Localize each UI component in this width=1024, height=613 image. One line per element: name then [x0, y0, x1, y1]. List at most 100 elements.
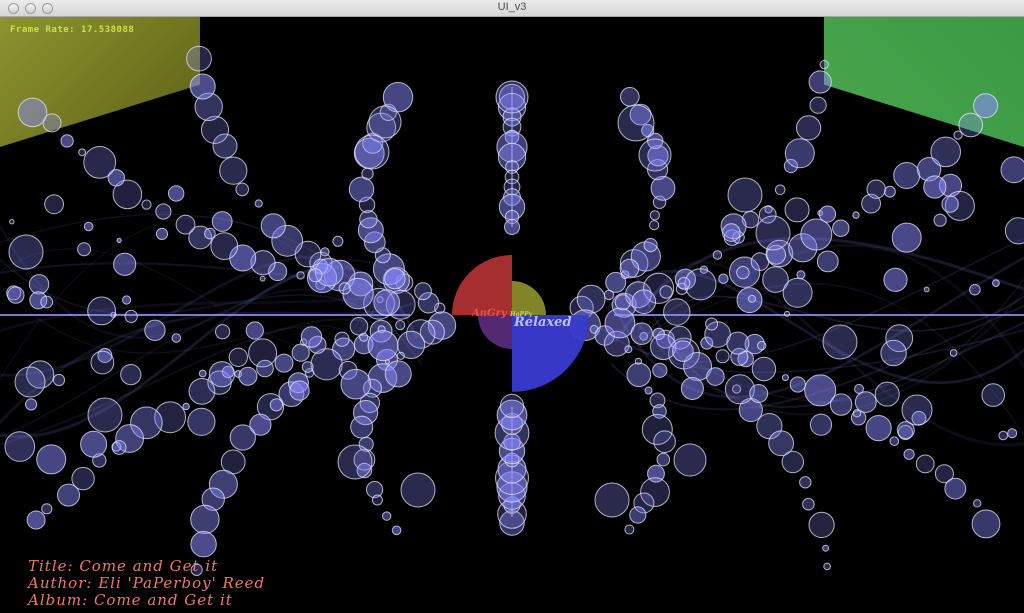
spectrum-bubble: [78, 148, 86, 157]
spectrum-bubble: [620, 87, 640, 107]
spectrum-bubble: [915, 454, 935, 474]
spectrum-bubble: [808, 70, 832, 94]
spectrum-bubble: [865, 415, 892, 442]
spectrum-bubble: [755, 215, 791, 251]
spectrum-bubble: [87, 397, 123, 433]
spectrum-bubble: [705, 317, 719, 331]
window-title: UI_v3: [497, 1, 527, 13]
spectrum-bubble: [712, 250, 723, 260]
spectrum-bubble: [649, 220, 660, 231]
spectrum-bubble: [949, 349, 958, 357]
spectrum-bubble: [332, 235, 344, 247]
spectrum-bubble: [614, 294, 631, 311]
spectrum-bubble: [361, 167, 374, 180]
spectrum-bubble: [204, 227, 216, 240]
spectrum-bubble: [629, 506, 647, 524]
spectrum-bubble: [367, 330, 399, 362]
spectrum-bubble: [208, 361, 235, 388]
mood-wheel[interactable]: AnGry HaPPy Relaxed: [452, 255, 589, 392]
spectrum-bubble: [248, 338, 278, 368]
spectrum-bubble: [1000, 156, 1024, 184]
mood-quadrant-happy[interactable]: [512, 281, 546, 315]
mood-label-angry: AnGry: [471, 308, 508, 319]
spectrum-bubble: [944, 477, 967, 500]
spectrum-bubble: [774, 184, 786, 196]
spectrum-bubble: [371, 494, 383, 506]
spectrum-bubble: [238, 366, 258, 386]
spectrum-bubble: [190, 531, 217, 558]
spectrum-bubble: [186, 45, 212, 72]
spectrum-bubble: [757, 340, 767, 351]
spectrum-bubble: [124, 309, 138, 323]
spectrum-bubble: [337, 444, 373, 480]
spectrum-bubble: [175, 214, 196, 235]
spectrum-bubble: [320, 247, 330, 257]
spectrum-bubble: [941, 195, 959, 213]
spectrum-bubble: [301, 361, 314, 373]
spectrum-bubble: [874, 381, 900, 407]
spectrum-bubble: [182, 402, 190, 411]
spectrum-bubble: [113, 252, 137, 276]
spectrum-bubble: [41, 503, 53, 515]
spectrum-bubble: [749, 384, 769, 403]
spectrum-bubble: [60, 134, 74, 148]
spectrum-bubble: [736, 265, 750, 280]
spectrum-bubble: [789, 376, 806, 393]
spectrum-bubble: [971, 509, 1001, 539]
spectrum-bubble: [235, 182, 249, 197]
spectrum-bubble: [260, 213, 286, 239]
spectrum-bubble: [724, 374, 755, 405]
spectrum-bubble: [190, 504, 220, 535]
spectrum-bubble: [25, 398, 38, 411]
spectrum-bubble: [400, 472, 436, 508]
spectrum-bubble: [168, 185, 185, 202]
spectrum-bubble: [809, 413, 833, 436]
spectrum-bubble: [631, 289, 657, 315]
spectrum-bubble: [155, 203, 172, 220]
spectrum-bubble: [83, 221, 94, 232]
spectrum-bubble: [903, 448, 915, 460]
spectrum-bubble: [784, 138, 815, 169]
spectrum-bubble: [891, 222, 922, 253]
spectrum-bubble: [87, 296, 116, 326]
spectrum-bubble: [809, 96, 827, 114]
spectrum-bubble: [291, 343, 310, 362]
visualizer-canvas[interactable]: AnGry HaPPy Relaxed Frame Rate: 17.53808…: [0, 17, 1024, 613]
spectrum-bubble: [751, 356, 777, 382]
spectrum-bubble: [354, 134, 390, 170]
spectrum-bubble: [348, 176, 375, 203]
spectrum-bubble: [748, 294, 756, 303]
spectrum-bubble: [28, 274, 50, 295]
spectrum-bubble: [659, 285, 673, 299]
spectrum-bubble: [652, 362, 668, 378]
spectrum-bubble: [334, 331, 350, 347]
spectrum-bubble: [274, 353, 294, 373]
spectrum-bubble: [80, 430, 108, 458]
spectrum-bubble: [229, 424, 256, 451]
spectrum-bubble: [373, 289, 401, 316]
spectrum-bubble: [829, 393, 853, 416]
mood-quadrant-sad[interactable]: [478, 315, 512, 349]
spectrum-bubble: [1004, 217, 1024, 245]
spectrum-bubble: [144, 319, 166, 341]
spectrum-bubble: [382, 511, 392, 521]
spectrum-bubble: [122, 295, 132, 305]
spectrum-bubble: [650, 333, 677, 361]
mood-label-relaxed: Relaxed: [513, 315, 572, 330]
spectrum-bubble: [26, 510, 46, 530]
spectrum-bubble: [44, 194, 64, 215]
spectrum-bubble: [57, 483, 80, 507]
spectrum-bubble: [649, 210, 660, 221]
spectrum-bubble: [228, 347, 249, 367]
spectrum-bubble: [727, 177, 763, 213]
spectrum-bubble: [781, 450, 804, 474]
spectrum-bubble: [617, 104, 655, 142]
spectrum-bubble: [680, 377, 704, 400]
spectrum-bubble: [171, 333, 182, 343]
spectrum-bubble: [852, 409, 862, 418]
spectrum-bubble: [576, 284, 606, 314]
spectrum-bubble: [852, 211, 860, 219]
mood-quadrant-angry[interactable]: [452, 255, 512, 315]
spectrum-bubble: [7, 286, 25, 304]
window-titlebar[interactable]: UI_v3: [0, 0, 1024, 17]
